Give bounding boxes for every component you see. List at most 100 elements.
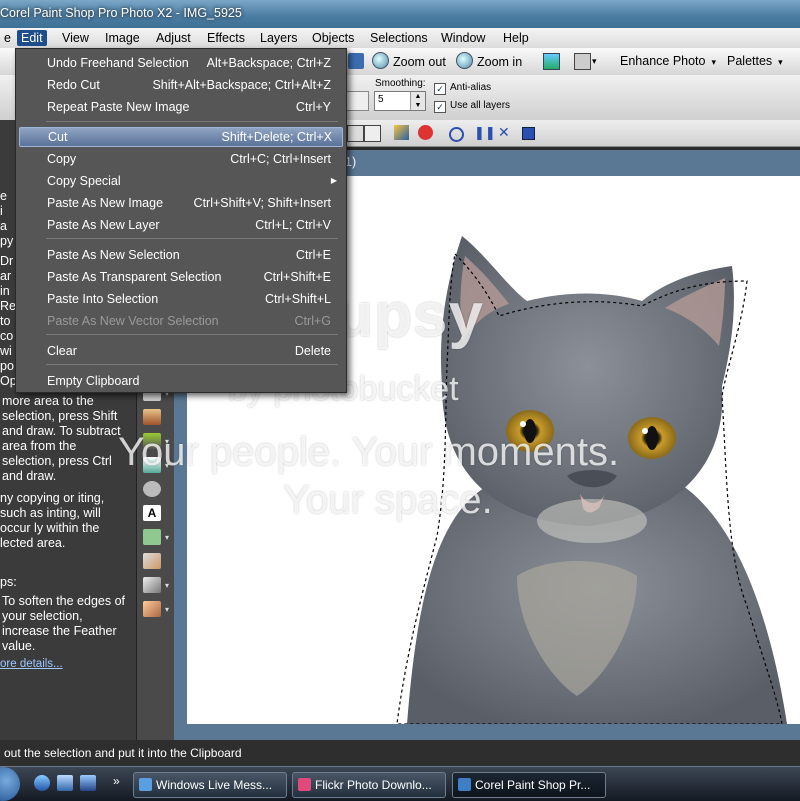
selection-icon[interactable] xyxy=(347,125,364,142)
menu-layers[interactable]: Layers xyxy=(256,30,302,46)
menu-item-label: Paste As New Vector Selection xyxy=(47,314,219,328)
zoom-out-button[interactable]: Zoom out xyxy=(372,52,446,70)
menu-item-label: Paste As New Image xyxy=(47,196,164,210)
menu-item-paste-as-new-vector-selection: Paste As New Vector Selection Ctrl+G xyxy=(19,311,341,331)
taskbar-button[interactable]: Windows Live Mess... xyxy=(133,772,287,798)
watermark-line-2: Your space. xyxy=(283,478,493,522)
toolbar-icon[interactable] xyxy=(348,53,364,69)
cancel-icon[interactable] xyxy=(418,125,433,140)
menu-selections[interactable]: Selections xyxy=(366,30,432,46)
menu-view[interactable]: View xyxy=(58,30,93,46)
menu-edit[interactable]: Edit xyxy=(17,30,47,46)
menu-item-copy[interactable]: Copy Ctrl+C; Ctrl+Insert xyxy=(19,149,341,169)
menu-item-label: Paste As New Selection xyxy=(47,248,180,262)
warp-brush-tool[interactable]: ▾ xyxy=(143,577,169,593)
edit-menu-dropdown: Undo Freehand Selection Alt+Backspace; Ct… xyxy=(15,48,347,393)
app-icon xyxy=(139,778,152,791)
taskbar-button-label: Corel Paint Shop Pr... xyxy=(475,778,591,792)
enhance-photo-button[interactable]: Enhance Photo ▾ xyxy=(620,52,716,70)
menu-item-label: Paste Into Selection xyxy=(47,292,159,306)
menu-item-label: Clear xyxy=(47,344,77,358)
app-icon xyxy=(458,778,471,791)
menu-item-empty-clipboard[interactable]: Empty Clipboard xyxy=(19,371,341,391)
menu-item-shortcut: Ctrl+Shift+V; Shift+Insert xyxy=(193,196,331,210)
learning-paragraph-2: ny copying or iting, such as inting, wil… xyxy=(0,491,105,550)
chevron-down-icon[interactable]: ▾ xyxy=(592,56,597,67)
app-icon xyxy=(298,778,311,791)
menu-item-paste-as-new-image[interactable]: Paste As New Image Ctrl+Shift+V; Shift+In… xyxy=(19,193,341,213)
menu-window[interactable]: Window xyxy=(437,30,489,46)
close-icon[interactable]: ✕ xyxy=(498,125,513,140)
smoothing-label: Smoothing: xyxy=(375,78,426,89)
menu-item-label: Undo Freehand Selection xyxy=(47,56,189,70)
selection-toolbar: ❚❚ ✕ xyxy=(345,120,800,147)
menu-item-paste-as-new-selection[interactable]: Paste As New Selection Ctrl+E xyxy=(19,245,341,265)
use-all-layers-checkbox[interactable]: ✓ Use all layers xyxy=(434,100,510,113)
image-icon[interactable] xyxy=(543,53,560,70)
menu-separator xyxy=(46,364,338,365)
pause-icon[interactable]: ❚❚ xyxy=(474,125,496,140)
chevron-right-icon[interactable]: » xyxy=(113,774,120,788)
menu-image[interactable]: Image xyxy=(101,30,144,46)
menu-item-label: Copy xyxy=(47,152,77,166)
spinner-arrows-icon[interactable]: ▲ ▼ xyxy=(410,92,425,110)
menu-help[interactable]: Help xyxy=(499,30,533,46)
text-tool[interactable]: A xyxy=(143,505,161,521)
grid-icon[interactable] xyxy=(364,125,381,142)
check-icon: ✓ xyxy=(434,83,446,95)
menu-item-paste-as-transparent-selection[interactable]: Paste As Transparent Selection Ctrl+Shift… xyxy=(19,267,341,287)
menu-item-copy-special[interactable]: Copy Special ▶ xyxy=(19,171,341,191)
menu-item-label: Redo Cut xyxy=(47,78,100,92)
pen-tool[interactable] xyxy=(143,553,161,569)
copy-icon[interactable] xyxy=(574,53,591,70)
tip-text: To soften the edges of your selection, i… xyxy=(2,594,126,653)
magnifier-icon xyxy=(456,52,473,69)
menu-item-shortcut: Shift+Delete; Ctrl+X xyxy=(221,130,332,144)
menu-item-clear[interactable]: Clear Delete xyxy=(19,341,341,361)
menu-item-shortcut: Shift+Alt+Backspace; Ctrl+Alt+Z xyxy=(152,78,331,92)
menu-item-cut[interactable]: Cut Shift+Delete; Ctrl+X xyxy=(19,127,343,147)
fill-tool[interactable]: ▾ xyxy=(143,601,169,617)
menu-item-shortcut: Delete xyxy=(294,344,331,358)
menu-item-redo-cut[interactable]: Redo Cut Shift+Alt+Backspace; Ctrl+Alt+Z xyxy=(19,75,341,95)
switch-windows-icon[interactable] xyxy=(80,775,96,791)
more-details-link[interactable]: ore details... xyxy=(0,658,63,670)
menu-item-paste-as-new-layer[interactable]: Paste As New Layer Ctrl+L; Ctrl+V xyxy=(19,215,341,235)
menu-item-shortcut: Ctrl+E xyxy=(295,248,331,262)
menu-item-label: Cut xyxy=(48,130,68,144)
palettes-button[interactable]: Palettes ▾ xyxy=(727,52,783,70)
learning-paragraph-1: more area to the selection, press Shift … xyxy=(2,394,121,483)
menu-adjust[interactable]: Adjust xyxy=(152,30,195,46)
internet-explorer-icon[interactable] xyxy=(34,775,50,791)
taskbar-button-label: Flickr Photo Downlo... xyxy=(315,778,432,792)
menu-item-shortcut: Alt+Backspace; Ctrl+Z xyxy=(206,56,331,70)
menu-item-repeat-paste-new-image[interactable]: Repeat Paste New Image Ctrl+Y xyxy=(19,97,341,117)
chevron-down-icon: ▾ xyxy=(711,57,717,67)
anti-alias-checkbox[interactable]: ✓ Anti-alias xyxy=(434,82,491,95)
circle-icon[interactable] xyxy=(449,127,464,142)
menu-item-label: Repeat Paste New Image xyxy=(47,100,190,114)
eraser-tool[interactable] xyxy=(143,481,161,497)
paint-brush-tool[interactable] xyxy=(143,409,161,425)
shape-tool[interactable]: ▾ xyxy=(143,529,169,545)
menu-e[interactable]: e xyxy=(0,30,15,46)
smoothing-stepper[interactable]: 5 ▲ ▼ xyxy=(374,91,426,111)
taskbar-button[interactable]: Corel Paint Shop Pr... xyxy=(452,772,606,798)
submenu-arrow-icon: ▶ xyxy=(330,176,337,185)
menu-item-shortcut: Ctrl+Shift+L xyxy=(264,292,331,306)
magnifier-icon xyxy=(372,52,389,69)
menu-effects[interactable]: Effects xyxy=(203,30,249,46)
menu-item-undo-freehand-selection[interactable]: Undo Freehand Selection Alt+Backspace; Ct… xyxy=(19,53,341,73)
taskbar-button[interactable]: Flickr Photo Downlo... xyxy=(292,772,446,798)
menu-item-shortcut: Ctrl+C; Ctrl+Insert xyxy=(230,152,331,166)
menu-objects[interactable]: Objects xyxy=(308,30,358,46)
save-icon[interactable] xyxy=(522,127,535,140)
menu-item-label: Paste As New Layer xyxy=(47,218,160,232)
zoom-in-button[interactable]: Zoom in xyxy=(456,52,522,70)
promote-icon[interactable] xyxy=(394,125,409,140)
anti-alias-label: Anti-alias xyxy=(450,82,492,93)
menu-item-paste-into-selection[interactable]: Paste Into Selection Ctrl+Shift+L xyxy=(19,289,341,309)
enhance-photo-label: Enhance Photo xyxy=(620,54,706,68)
show-desktop-icon[interactable] xyxy=(57,775,73,791)
start-button[interactable] xyxy=(0,767,20,801)
